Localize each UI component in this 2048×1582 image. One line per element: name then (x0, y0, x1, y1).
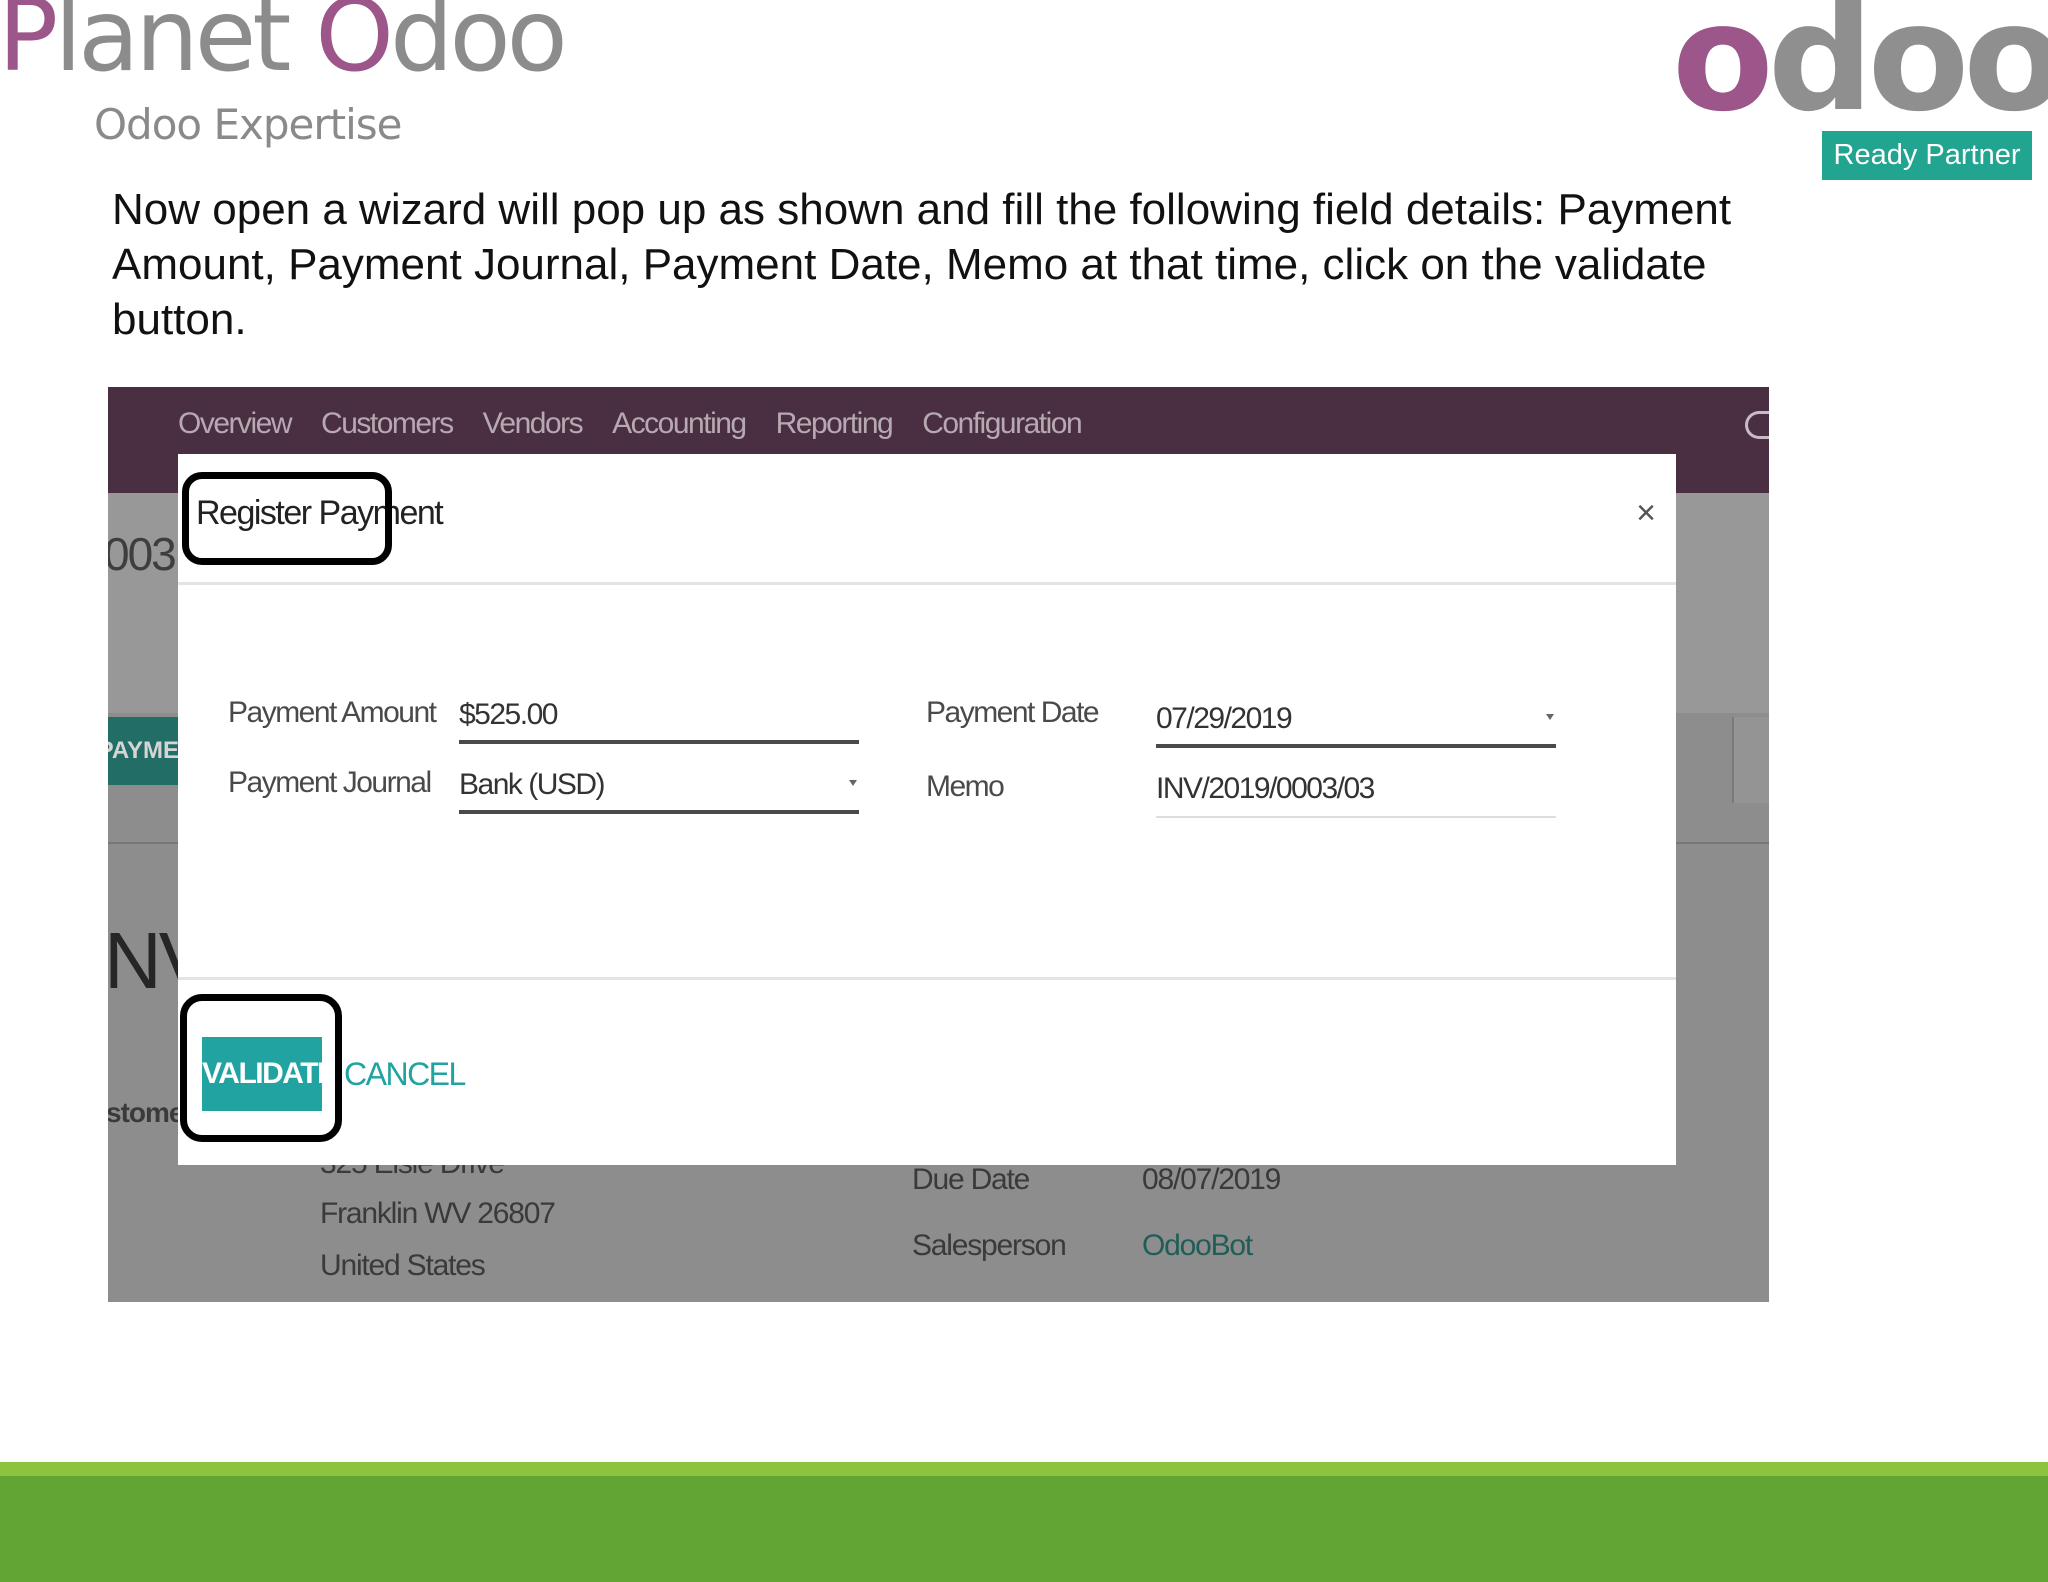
validate-highlight-ring (180, 994, 342, 1142)
memo-value: INV/2019/0003/03 (1156, 772, 1375, 805)
background-due-date-label: Due Date (912, 1163, 1030, 1196)
instruction-text: Now open a wizard will pop up as shown a… (112, 185, 1732, 344)
brand-subtitle: Odoo Expertise (94, 100, 402, 149)
background-toolbar-edge (1732, 717, 1769, 803)
date-caret-icon[interactable] (1546, 714, 1554, 720)
top-nav-menu: Overview Customers Vendors Accounting Re… (178, 407, 1083, 441)
memo-label: Memo (926, 770, 1005, 803)
background-address-line3: United States (320, 1249, 486, 1282)
nav-overview[interactable]: Overview (178, 407, 293, 441)
payment-journal-select[interactable]: Bank (USD) (459, 760, 859, 814)
nav-customers[interactable]: Customers (321, 407, 454, 441)
dialog-footer: VALIDATE CANCEL (178, 977, 1676, 1165)
nav-vendors[interactable]: Vendors (483, 407, 584, 441)
dropdown-caret-icon[interactable] (849, 780, 857, 786)
background-register-payment-button: 1 PAYME (108, 717, 183, 785)
background-record-id: 003 (108, 528, 177, 580)
payment-amount-input[interactable]: $525.00 (459, 690, 859, 744)
odoo-logo: odoo Ready Partner (1672, 0, 2048, 182)
payment-date-input[interactable]: 07/29/2019 (1156, 694, 1556, 748)
footer-bar (0, 1476, 2048, 1582)
dialog-header: Register Payment × (178, 454, 1676, 585)
payment-amount-value: $525.00 (459, 698, 558, 731)
close-icon[interactable]: × (1636, 494, 1656, 533)
payment-date-label: Payment Date (926, 696, 1100, 729)
ready-partner-badge: Ready Partner (1822, 131, 2032, 180)
background-due-date-value: 08/07/2019 (1142, 1163, 1281, 1196)
payment-journal-label: Payment Journal (228, 766, 432, 799)
planet-odoo-brand: Planet Odoo Odoo Expertise (0, 0, 568, 150)
app-screenshot: Overview Customers Vendors Accounting Re… (108, 387, 1769, 1302)
background-address-line2: Franklin WV 26807 (320, 1197, 556, 1230)
payment-amount-label: Payment Amount (228, 696, 437, 729)
register-payment-dialog: Register Payment × Payment Amount $525.0… (178, 454, 1676, 1165)
background-salesperson-value: OdooBot (1142, 1229, 1253, 1262)
cancel-button[interactable]: CANCEL (344, 1037, 466, 1111)
title-highlight-ring (182, 472, 392, 565)
payment-date-value: 07/29/2019 (1156, 702, 1293, 735)
nav-configuration[interactable]: Configuration (922, 407, 1082, 441)
clock-icon[interactable] (1745, 411, 1769, 439)
footer-bar-accent (0, 1462, 2048, 1476)
nav-reporting[interactable]: Reporting (776, 407, 894, 441)
payment-journal-value: Bank (USD) (459, 768, 606, 801)
odoo-wordmark: odoo (1672, 0, 2048, 144)
background-salesperson-label: Salesperson (912, 1229, 1067, 1262)
memo-input[interactable]: INV/2019/0003/03 (1156, 764, 1556, 818)
brand-title: Planet Odoo (0, 0, 568, 94)
nav-accounting[interactable]: Accounting (612, 407, 747, 441)
